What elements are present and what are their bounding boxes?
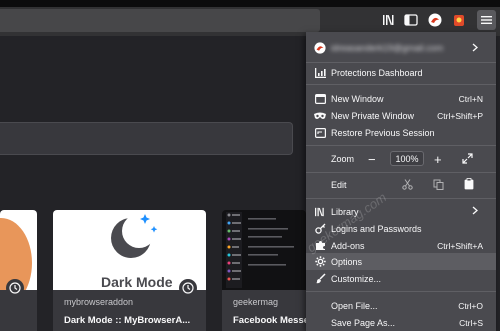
clock-icon (179, 279, 197, 297)
separator (306, 84, 496, 85)
restore-session-item[interactable]: Restore Previous Session (306, 124, 496, 141)
open-file-item[interactable]: Open File... Ctrl+O (306, 297, 496, 314)
private-mask-icon (314, 110, 326, 122)
new-private-shortcut: Ctrl+Shift+P (437, 110, 483, 121)
account-item[interactable]: idreasanderk19@gmail.com (306, 38, 496, 58)
search-input[interactable] (0, 122, 293, 155)
separator (306, 198, 496, 199)
card-title[interactable]: Facebook Messe (233, 315, 306, 326)
window-icon (314, 93, 326, 105)
save-page-item[interactable]: Save Page As... Ctrl+S (306, 314, 496, 331)
save-page-label: Save Page As... (331, 317, 396, 328)
url-bar[interactable] (0, 9, 320, 32)
top-site-card-geekermag[interactable] (222, 210, 306, 290)
fullscreen-icon[interactable] (462, 153, 473, 166)
zoom-row: Zoom − 100% + (306, 150, 496, 168)
account-email: idreasanderk19@gmail.com (331, 43, 444, 53)
hamburger-icon (481, 16, 492, 24)
restore-icon (314, 127, 326, 139)
new-private-window-item[interactable]: New Private Window Ctrl+Shift+P (306, 107, 496, 124)
zoom-in-button[interactable]: + (434, 152, 442, 167)
protections-dashboard-item[interactable]: Protections Dashboard (306, 64, 496, 81)
cut-icon[interactable] (402, 179, 413, 192)
paintbrush-icon (314, 273, 326, 285)
separator (306, 62, 496, 63)
card-source: geekermag (233, 297, 279, 307)
new-private-label: New Private Window (331, 110, 415, 121)
chevron-right-icon (472, 43, 478, 54)
options-label: Options (331, 256, 363, 267)
new-window-shortcut: Ctrl+N (458, 93, 483, 104)
separator (306, 145, 496, 146)
library-item[interactable]: Library (306, 203, 496, 220)
edit-label: Edit (331, 180, 347, 190)
protections-label: Protections Dashboard (331, 67, 423, 78)
addons-shortcut: Ctrl+Shift+A (437, 240, 483, 251)
card-source: mybrowseraddon (64, 297, 134, 307)
zoom-reset-button[interactable]: 100% (390, 151, 424, 166)
extension-icon[interactable] (450, 11, 468, 29)
open-file-shortcut: Ctrl+O (458, 300, 483, 311)
new-window-item[interactable]: New Window Ctrl+N (306, 90, 496, 107)
library-icon[interactable] (380, 11, 398, 29)
app-menu-panel: idreasanderk19@gmail.com Protections Das… (306, 32, 496, 331)
card-title[interactable]: Dark Mode :: MyBrowserA... (64, 315, 200, 326)
customize-item[interactable]: Customize... (306, 270, 496, 287)
chevron-right-icon (472, 206, 478, 217)
new-window-label: New Window (331, 93, 384, 104)
customize-label: Customize... (331, 273, 382, 284)
chart-icon (314, 67, 326, 79)
library-icon (314, 206, 326, 218)
sidebar-icon[interactable] (402, 11, 420, 29)
card-thumbnail-text: Dark Mode (101, 274, 173, 290)
top-site-card[interactable] (0, 210, 37, 290)
edit-row: Edit (306, 176, 496, 194)
open-file-label: Open File... (331, 300, 378, 311)
save-page-shortcut: Ctrl+S (459, 317, 483, 328)
copy-icon[interactable] (433, 179, 444, 192)
restore-label: Restore Previous Session (331, 127, 435, 138)
top-site-card-mybrowseraddon[interactable]: Dark Mode (53, 210, 206, 290)
options-item[interactable]: Options (306, 253, 496, 270)
zoom-label: Zoom (331, 154, 355, 164)
account-avatar-icon (314, 42, 326, 54)
addons-label: Add-ons (331, 240, 365, 251)
zoom-out-button[interactable]: − (368, 152, 376, 167)
clock-icon (6, 279, 24, 297)
screenshot-thumbnail (226, 212, 294, 288)
account-avatar-icon[interactable] (426, 11, 444, 29)
tab-strip (0, 0, 500, 7)
open-menu-button[interactable] (477, 10, 496, 30)
gear-icon (314, 256, 326, 268)
paste-icon[interactable] (464, 178, 474, 192)
separator (306, 172, 496, 173)
separator (306, 291, 496, 292)
